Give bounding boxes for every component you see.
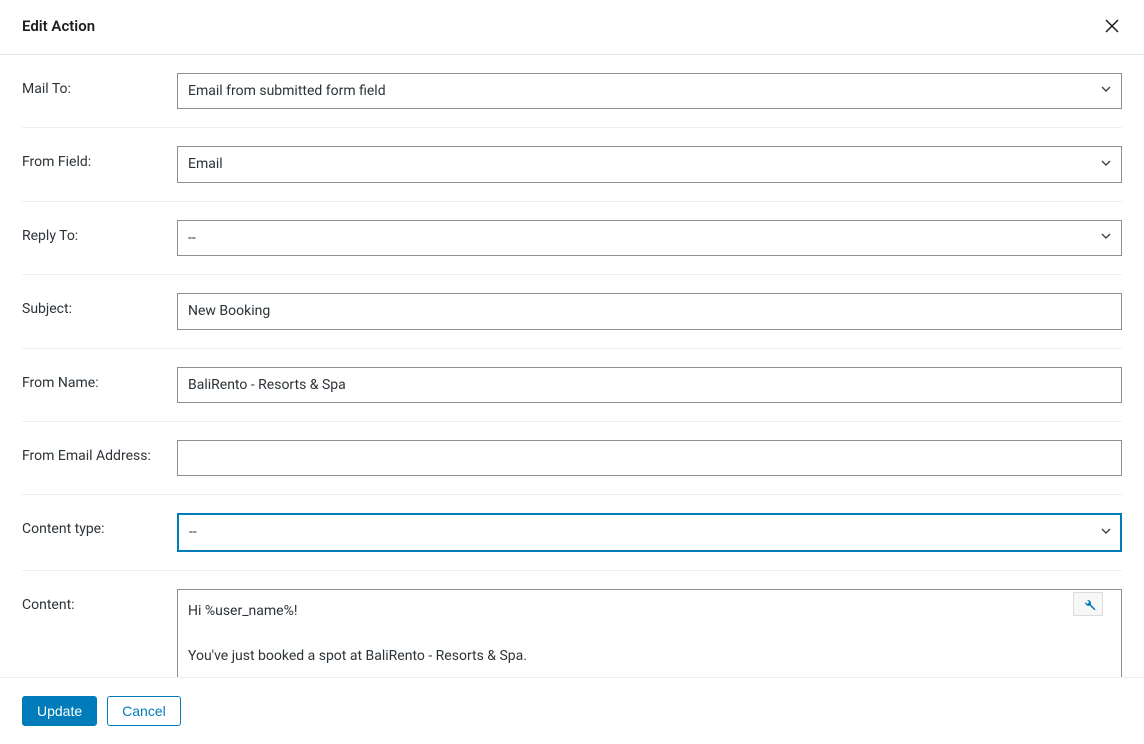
from-field-select[interactable]: Email	[177, 146, 1122, 182]
from-email-input[interactable]	[177, 440, 1122, 476]
dialog-header: Edit Action	[0, 0, 1144, 55]
close-icon[interactable]	[1102, 16, 1122, 36]
label-from-field: From Field:	[22, 146, 177, 170]
row-content: Content:	[22, 571, 1122, 677]
label-content-type: Content type:	[22, 513, 177, 537]
mail-to-select[interactable]: Email from submitted form field	[177, 73, 1122, 109]
from-name-input[interactable]	[177, 367, 1122, 403]
label-content: Content:	[22, 589, 177, 613]
label-subject: Subject:	[22, 293, 177, 317]
edit-action-dialog: Edit Action Mail To: Email from submitte…	[0, 0, 1144, 744]
dialog-body: Mail To: Email from submitted form field…	[0, 55, 1144, 677]
row-mail-to: Mail To: Email from submitted form field	[22, 55, 1122, 128]
update-button[interactable]: Update	[22, 696, 97, 726]
content-type-select[interactable]: --	[177, 513, 1122, 551]
content-textarea[interactable]	[178, 590, 1121, 677]
row-from-name: From Name:	[22, 349, 1122, 422]
label-from-name: From Name:	[22, 367, 177, 391]
subject-input[interactable]	[177, 293, 1122, 329]
label-mail-to: Mail To:	[22, 73, 177, 97]
cancel-button[interactable]: Cancel	[107, 696, 181, 726]
dialog-title: Edit Action	[22, 17, 95, 35]
row-content-type: Content type: --	[22, 495, 1122, 570]
dialog-footer: Update Cancel	[0, 677, 1144, 744]
row-from-email: From Email Address:	[22, 422, 1122, 495]
row-subject: Subject:	[22, 275, 1122, 348]
label-from-email: From Email Address:	[22, 440, 177, 464]
label-reply-to: Reply To:	[22, 220, 177, 244]
row-reply-to: Reply To: --	[22, 202, 1122, 275]
wrench-icon[interactable]	[1073, 592, 1103, 616]
reply-to-select[interactable]: --	[177, 220, 1122, 256]
row-from-field: From Field: Email	[22, 128, 1122, 201]
